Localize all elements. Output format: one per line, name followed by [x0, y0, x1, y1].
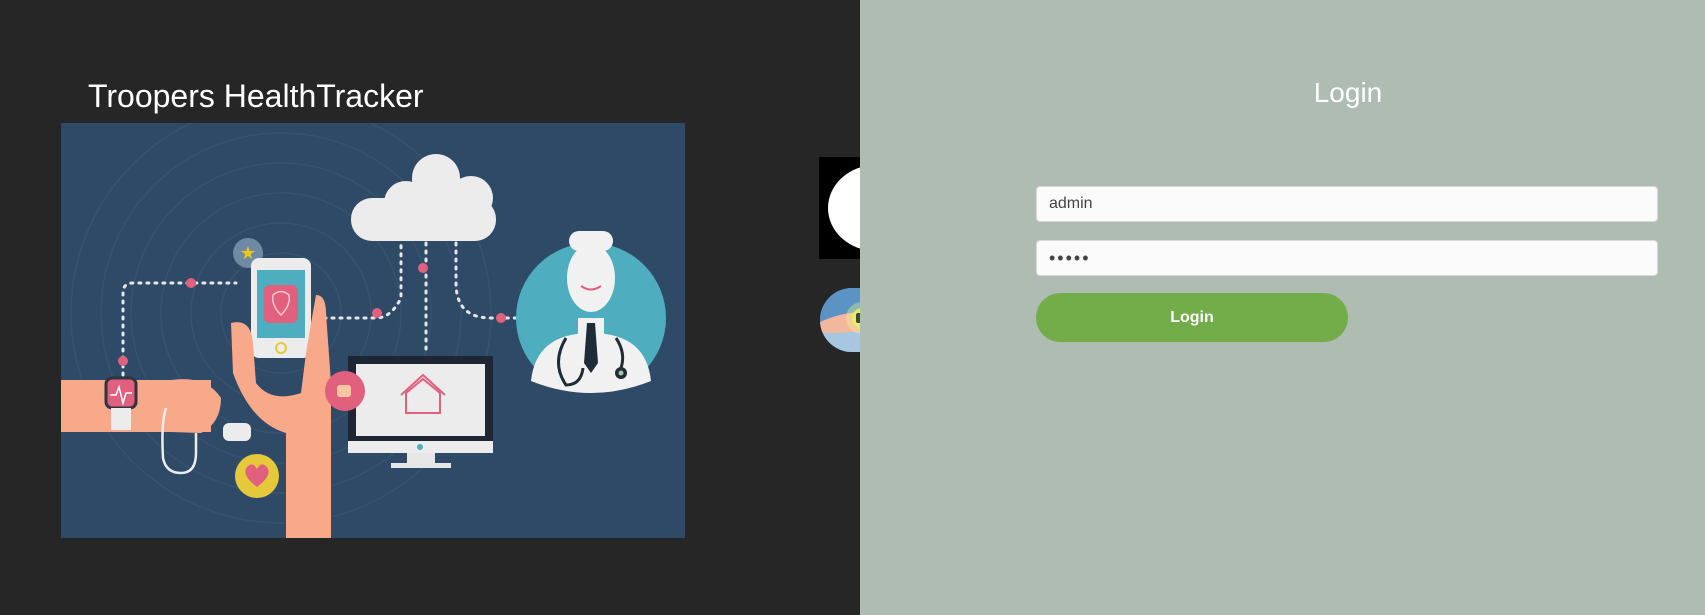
app-title: Troopers HealthTracker — [88, 78, 424, 114]
left-panel: Troopers HealthTracker ★ — [0, 0, 953, 615]
username-input[interactable] — [1036, 186, 1658, 222]
page: Troopers HealthTracker ★ Login admin Log… — [0, 0, 1705, 615]
health-tracker-illustration: ★ — [61, 123, 685, 538]
login-button[interactable]: Login — [1036, 293, 1348, 342]
password-input[interactable] — [1036, 240, 1658, 276]
login-title: Login — [1313, 77, 1383, 108]
